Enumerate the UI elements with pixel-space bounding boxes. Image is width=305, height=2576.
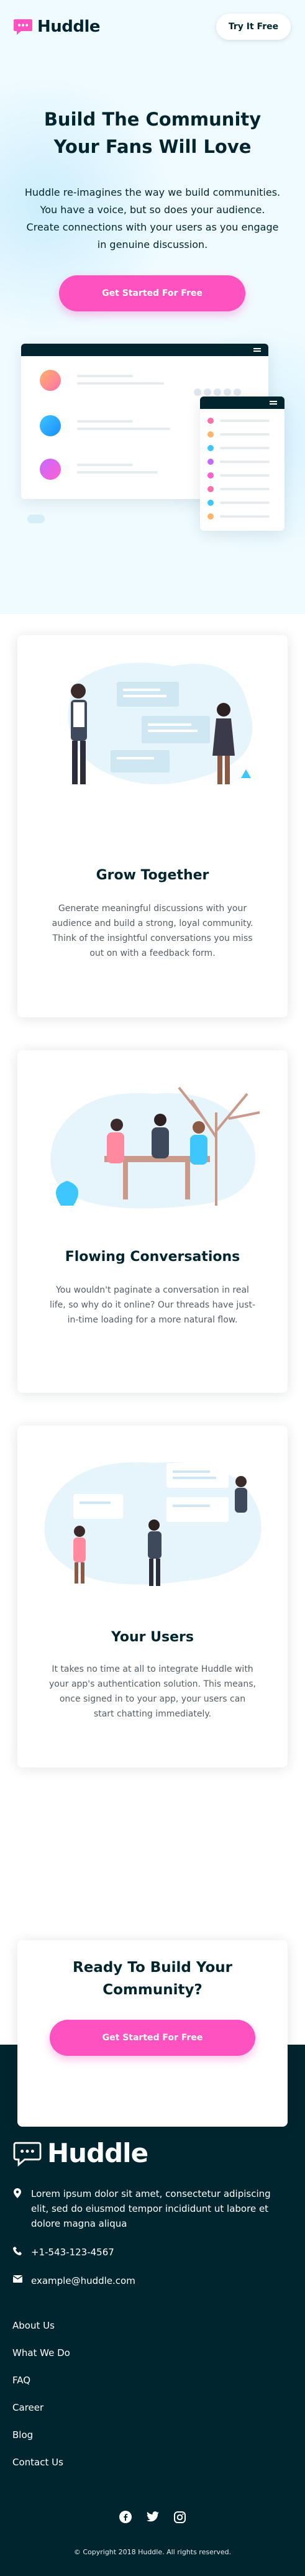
hamburger-icon bbox=[253, 348, 261, 349]
your-users-illustration bbox=[44, 1462, 262, 1586]
feature-description: You wouldn't paginate a conversation in … bbox=[49, 1285, 256, 1325]
feature-description: It takes no time at all to integrate Hud… bbox=[49, 1664, 256, 1719]
footer-email-text: example@huddle.com bbox=[31, 2275, 135, 2286]
footer-nav: About Us What We Do FAQ Career Blog Cont… bbox=[12, 2319, 70, 2483]
mockup-text-line bbox=[220, 515, 270, 518]
mockup-user-dot bbox=[207, 513, 214, 520]
footer-link-career[interactable]: Career bbox=[12, 2401, 70, 2429]
facebook-icon[interactable] bbox=[119, 2511, 132, 2523]
feature-title: Grow Together bbox=[96, 868, 209, 883]
mockup-dot bbox=[224, 388, 231, 396]
mockup-user-dot bbox=[207, 500, 214, 506]
mockup-dot bbox=[214, 388, 221, 396]
mockup-avatar bbox=[40, 459, 61, 480]
mockup-user-dot bbox=[207, 486, 214, 492]
hero-title: Build The Community Your Fans Will Love bbox=[43, 109, 262, 157]
mockup-text-line bbox=[220, 419, 270, 422]
mockup-text-line bbox=[77, 464, 133, 466]
mockup-avatar bbox=[40, 370, 61, 391]
mockup-title-bar bbox=[21, 344, 268, 356]
footer-email[interactable]: example@huddle.com bbox=[12, 2273, 135, 2288]
chat-bubble-logo-icon bbox=[14, 19, 32, 35]
copyright-text: © Copyright 2018 Huddle. All rights rese… bbox=[73, 2548, 232, 2556]
mockup-text-line bbox=[220, 433, 270, 436]
footer-link-contact-us[interactable]: Contact Us bbox=[12, 2456, 70, 2483]
mockup-user-dot bbox=[207, 431, 214, 438]
mockup-dot bbox=[204, 388, 211, 396]
mockup-text-line bbox=[220, 461, 270, 463]
feature-card-your-users: Your Users It takes no time at all to in… bbox=[17, 1426, 288, 1767]
grow-together-illustration bbox=[68, 662, 253, 784]
cloud-decoration bbox=[27, 515, 45, 523]
feature-description: Generate meaningful discussions with you… bbox=[52, 904, 253, 958]
try-it-free-button[interactable]: Try It Free bbox=[216, 14, 291, 40]
mockup-text-line bbox=[77, 375, 133, 377]
footer-link-faq[interactable]: FAQ bbox=[12, 2374, 70, 2401]
feature-card-flowing-conversations: Flowing Conversations You wouldn't pagin… bbox=[17, 1050, 288, 1393]
twitter-icon[interactable] bbox=[147, 2511, 159, 2523]
hero-section: Huddle Try It Free Build The Community Y… bbox=[0, 0, 305, 614]
get-started-button[interactable]: Get Started For Free bbox=[59, 275, 245, 311]
get-started-button[interactable]: Get Started For Free bbox=[50, 2020, 255, 2056]
mockup-text-line bbox=[77, 420, 133, 423]
instagram-icon[interactable] bbox=[174, 2511, 186, 2523]
ready-title: Ready To Build Your Community? bbox=[73, 1960, 232, 1998]
mockup-text-line bbox=[220, 502, 270, 504]
chat-bubble-logo-icon bbox=[13, 2142, 42, 2166]
mockup-user-dot bbox=[207, 459, 214, 465]
header-logo[interactable]: Huddle bbox=[12, 17, 101, 36]
hamburger-icon bbox=[270, 401, 277, 402]
mockup-user-dot bbox=[207, 472, 214, 479]
footer-address: Lorem ipsum dolor sit amet, consectetur … bbox=[12, 2186, 286, 2231]
mockup-dot bbox=[194, 388, 201, 396]
hero-description: Huddle re-imagines the way we build comm… bbox=[24, 186, 281, 250]
app-mockup-chat-window bbox=[200, 396, 285, 531]
mockup-avatar bbox=[40, 415, 61, 436]
footer-link-about-us[interactable]: About Us bbox=[12, 2319, 70, 2347]
mockup-text-line bbox=[77, 471, 158, 474]
feature-title: Flowing Conversations bbox=[65, 1249, 240, 1265]
mockup-user-dot bbox=[207, 418, 214, 424]
mockup-dot bbox=[234, 388, 241, 396]
footer-logo[interactable]: Huddle bbox=[12, 2138, 148, 2168]
brand-name: Huddle bbox=[37, 17, 101, 36]
ready-cta-card: Ready To Build Your Community? Get Start… bbox=[17, 1940, 288, 2127]
mail-icon bbox=[12, 2273, 22, 2288]
mockup-text-line bbox=[77, 428, 170, 430]
footer-link-blog[interactable]: Blog bbox=[12, 2429, 70, 2456]
mockup-text-line bbox=[77, 382, 164, 385]
location-pin-icon bbox=[12, 2186, 22, 2231]
mockup-title-bar bbox=[200, 396, 285, 409]
footer-brand-name: Huddle bbox=[47, 2138, 148, 2168]
footer-link-what-we-do[interactable]: What We Do bbox=[12, 2347, 70, 2374]
social-links bbox=[114, 2511, 191, 2523]
mockup-text-line bbox=[220, 447, 270, 449]
mockup-text-line bbox=[220, 474, 270, 477]
footer-address-text: Lorem ipsum dolor sit amet, consectetur … bbox=[31, 2188, 271, 2229]
flowing-conversations-illustration bbox=[50, 1086, 260, 1209]
phone-icon bbox=[12, 2245, 22, 2260]
feature-title: Your Users bbox=[111, 1629, 194, 1645]
feature-card-grow-together: Grow Together Generate meaningful discus… bbox=[17, 635, 288, 1017]
footer-phone[interactable]: +1-543-123-4567 bbox=[12, 2245, 114, 2260]
mockup-user-dot bbox=[207, 445, 214, 451]
footer-phone-text: +1-543-123-4567 bbox=[31, 2247, 114, 2258]
mockup-text-line bbox=[220, 488, 270, 490]
